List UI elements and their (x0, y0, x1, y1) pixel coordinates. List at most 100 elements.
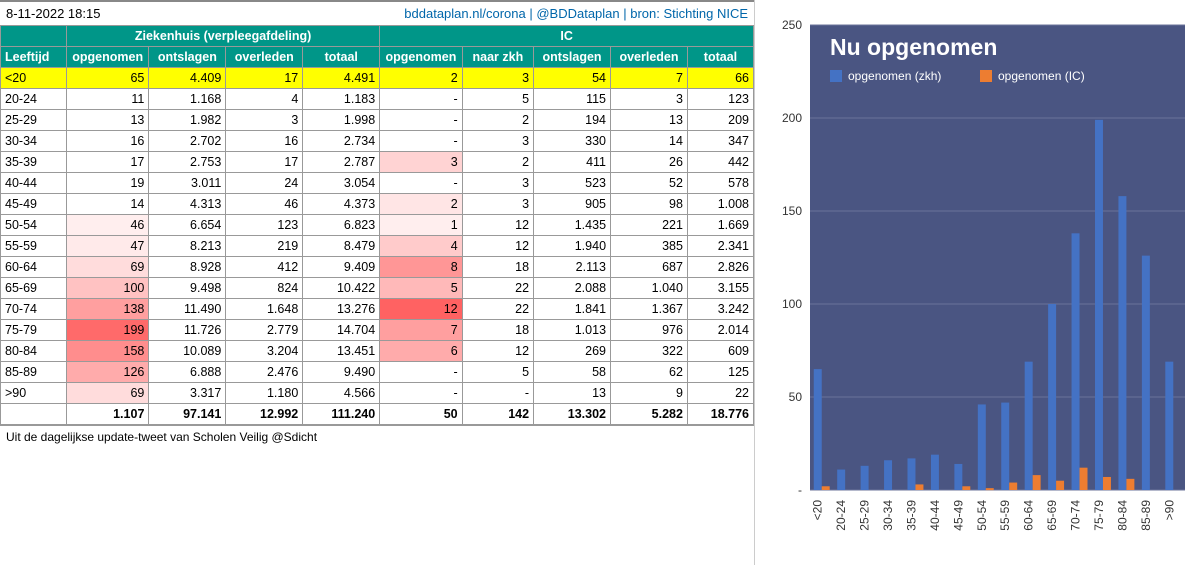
cell-h-ont: 2.753 (149, 152, 226, 173)
cell-age: 75-79 (1, 320, 67, 341)
chart-xtick: 40-44 (928, 500, 942, 531)
cell-h-tot: 9.490 (303, 362, 380, 383)
cell-h-ont: 1.168 (149, 89, 226, 110)
cell-i-ont: 194 (534, 110, 611, 131)
cell-i-nz: 22 (462, 278, 533, 299)
cell-i-tot: 22 (687, 383, 753, 404)
chart-xtick: 50-54 (975, 500, 989, 531)
chart-bar-zkh (1142, 256, 1150, 490)
cell-age: 50-54 (1, 215, 67, 236)
cell-i-op: 12 (380, 299, 462, 320)
legend-label-zkh: opgenomen (zkh) (848, 69, 941, 83)
cell-i-nz: 18 (462, 320, 533, 341)
cell-h-tot: 1.998 (303, 110, 380, 131)
chart-bar-zkh (1165, 362, 1173, 490)
chart-bar-zkh (1025, 362, 1033, 490)
cell-i-op: 3 (380, 152, 462, 173)
cell-h-ont: 8.928 (149, 257, 226, 278)
chart-xtick: <20 (811, 500, 825, 521)
header-i-ontslagen: ontslagen (534, 47, 611, 68)
cell-h-tot: 2.734 (303, 131, 380, 152)
cell-i-op: 7 (380, 320, 462, 341)
cell-i-nz: 3 (462, 194, 533, 215)
cell-total-i_ov: 5.282 (611, 404, 688, 425)
cell-h-ont: 3.317 (149, 383, 226, 404)
chart-bar-zkh (978, 404, 986, 490)
cell-i-ov: 9 (611, 383, 688, 404)
chart-xtick: 30-34 (881, 500, 895, 531)
chart-ytick: 50 (789, 390, 803, 404)
cell-h-tot: 4.373 (303, 194, 380, 215)
chart-xtick: 65-69 (1045, 500, 1059, 531)
cell-i-ov: 221 (611, 215, 688, 236)
chart-ytick: 250 (782, 18, 802, 32)
table-row: 70-7413811.4901.64813.27612221.8411.3673… (1, 299, 754, 320)
cell-i-tot: 123 (687, 89, 753, 110)
cell-h-op: 46 (66, 215, 148, 236)
cell-i-ov: 62 (611, 362, 688, 383)
cell-h-ov: 17 (226, 68, 303, 89)
cell-h-op: 100 (66, 278, 148, 299)
cell-i-tot: 578 (687, 173, 753, 194)
cell-total-i_op: 50 (380, 404, 462, 425)
cell-i-op: 5 (380, 278, 462, 299)
cell-i-ont: 330 (534, 131, 611, 152)
cell-h-tot: 1.183 (303, 89, 380, 110)
cell-i-tot: 2.014 (687, 320, 753, 341)
cell-i-tot: 2.341 (687, 236, 753, 257)
cell-h-ont: 11.490 (149, 299, 226, 320)
cell-i-ov: 385 (611, 236, 688, 257)
chart-xtick: 75-79 (1092, 500, 1106, 531)
cell-i-nz: 3 (462, 173, 533, 194)
cell-i-op: - (380, 362, 462, 383)
chart-bar-zkh (884, 460, 892, 490)
cell-i-ov: 52 (611, 173, 688, 194)
cell-i-tot: 442 (687, 152, 753, 173)
table-row: 30-34162.702162.734-333014347 (1, 131, 754, 152)
legend-label-ic: opgenomen (IC) (998, 69, 1085, 83)
cell-i-ov: 13 (611, 110, 688, 131)
cell-age: 45-49 (1, 194, 67, 215)
cell-i-tot: 1.669 (687, 215, 753, 236)
table-row: 35-39172.753172.7873241126442 (1, 152, 754, 173)
table-row: 20-24111.16841.183-51153123 (1, 89, 754, 110)
chart-xtick: 35-39 (904, 500, 918, 531)
table-row: 45-49144.313464.37323905981.008 (1, 194, 754, 215)
cell-age: 25-29 (1, 110, 67, 131)
cell-i-op: - (380, 89, 462, 110)
cell-h-ov: 3.204 (226, 341, 303, 362)
table-row: 50-54466.6541236.8231121.4352211.669 (1, 215, 754, 236)
cell-i-ont: 905 (534, 194, 611, 215)
cell-h-ov: 1.648 (226, 299, 303, 320)
chart-bar-zkh (814, 369, 822, 490)
cell-i-ov: 976 (611, 320, 688, 341)
cell-i-ov: 98 (611, 194, 688, 215)
cell-i-ov: 687 (611, 257, 688, 278)
cell-age: <20 (1, 68, 67, 89)
cell-i-op: - (380, 173, 462, 194)
cell-h-ov: 17 (226, 152, 303, 173)
table-row: 85-891266.8882.4769.490-55862125 (1, 362, 754, 383)
cell-i-ont: 13 (534, 383, 611, 404)
cell-i-ont: 523 (534, 173, 611, 194)
table-panel: 8-11-2022 18:15 bddataplan.nl/corona | @… (0, 0, 755, 565)
cell-h-ont: 6.654 (149, 215, 226, 236)
cell-h-ont: 10.089 (149, 341, 226, 362)
cell-i-ont: 1.940 (534, 236, 611, 257)
header-i-overleden: overleden (611, 47, 688, 68)
cell-h-ov: 123 (226, 215, 303, 236)
cell-h-ont: 4.409 (149, 68, 226, 89)
table-row: 25-29131.98231.998-219413209 (1, 110, 754, 131)
chart-ytick: 100 (782, 297, 802, 311)
cell-h-tot: 10.422 (303, 278, 380, 299)
chart-bar-ic (822, 486, 830, 490)
cell-h-op: 17 (66, 152, 148, 173)
cell-h-ont: 2.702 (149, 131, 226, 152)
cell-i-op: 2 (380, 68, 462, 89)
chart-bar-ic (1056, 481, 1064, 490)
cell-h-ont: 4.313 (149, 194, 226, 215)
cell-i-op: 8 (380, 257, 462, 278)
cell-i-tot: 3.242 (687, 299, 753, 320)
cell-i-tot: 2.826 (687, 257, 753, 278)
cell-age: 40-44 (1, 173, 67, 194)
